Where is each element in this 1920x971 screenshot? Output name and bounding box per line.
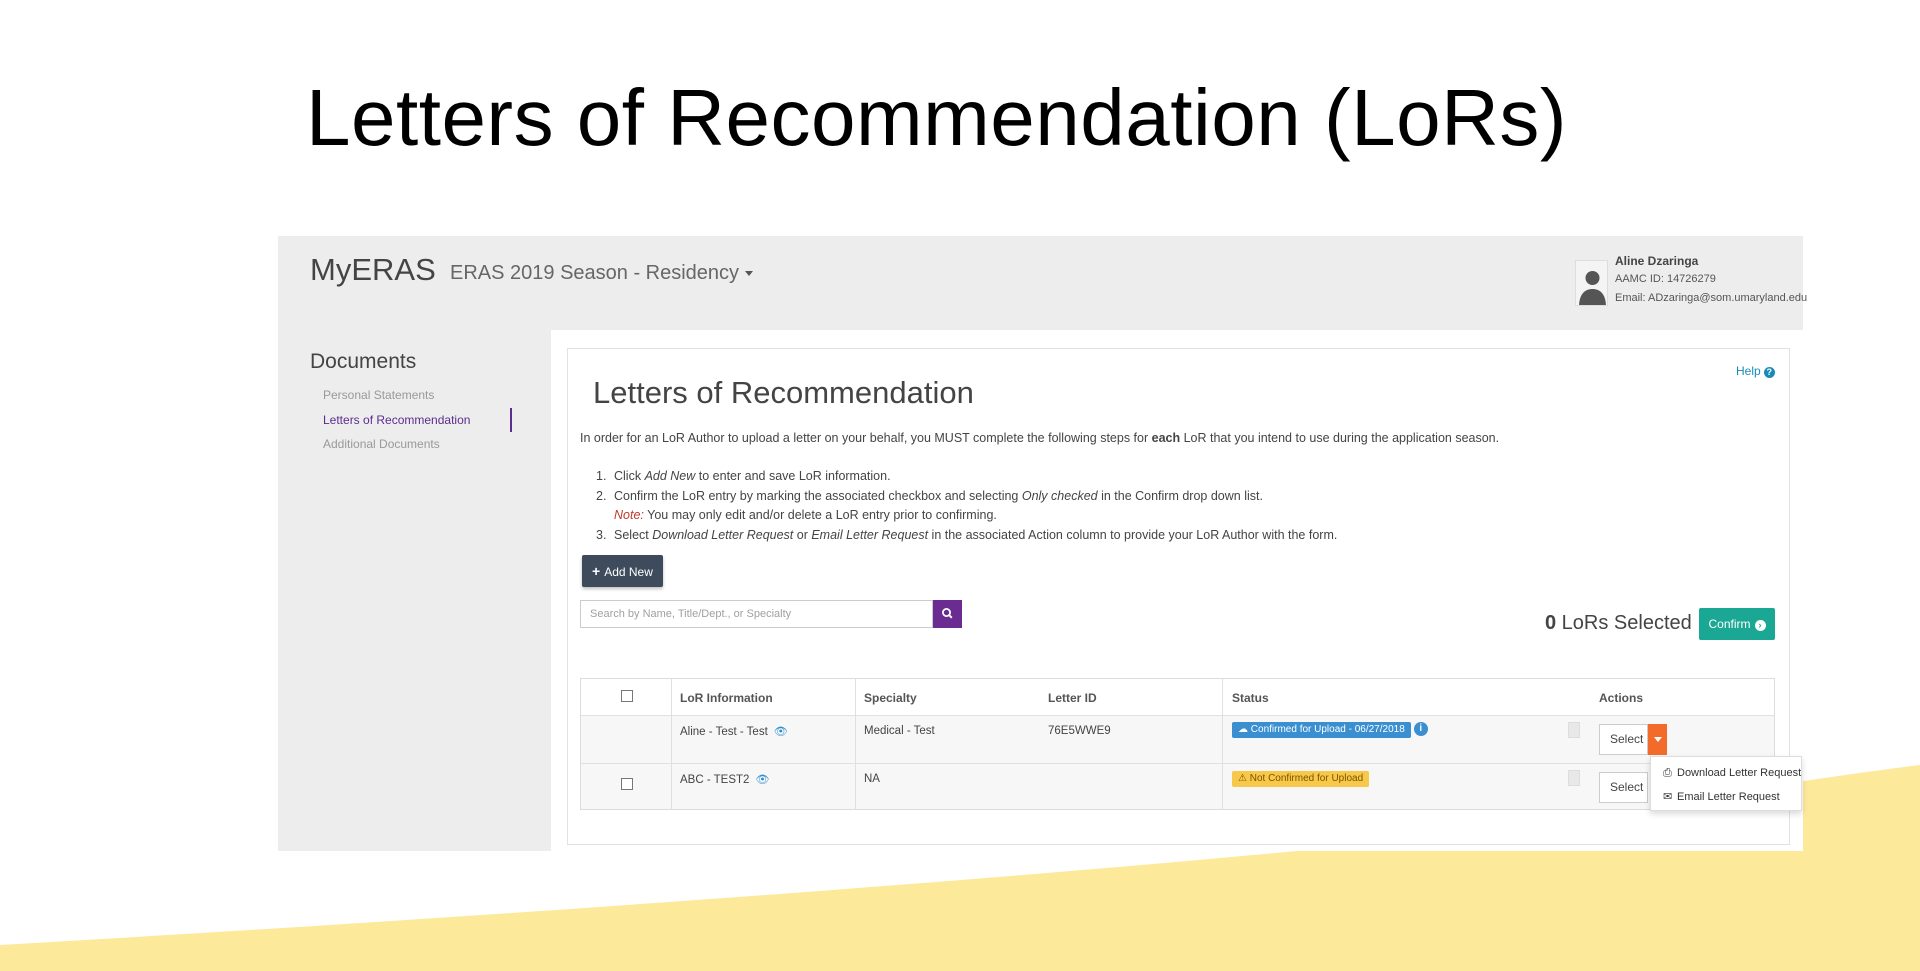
intro-prefix: In order for an LoR Author to upload a l…: [580, 431, 1152, 445]
envelope-icon: ✉: [1663, 791, 1673, 803]
step-emphasis: Only checked: [1021, 488, 1098, 503]
instructions-list: 1. Click Add New to enter and save LoR in…: [596, 467, 1337, 545]
avatar: [1575, 260, 1608, 306]
chevron-down-icon: [745, 271, 754, 277]
confirm-label: Confirm: [1708, 617, 1751, 631]
row-toggle[interactable]: [1568, 722, 1580, 738]
status-cell: ⚠ Not Confirmed for Upload: [1232, 771, 1370, 787]
search-input[interactable]: [580, 600, 933, 628]
search-button[interactable]: [933, 600, 962, 628]
col-lor-information[interactable]: LoR Information: [680, 691, 773, 705]
intro-suffix: LoR that you intend to use during the ap…: [1180, 431, 1500, 445]
add-new-button[interactable]: + Add New: [582, 555, 663, 587]
status-badge: ⚠ Not Confirmed for Upload: [1232, 771, 1370, 787]
selected-label: LoRs Selected: [1556, 612, 1692, 634]
arrow-right-icon: ›: [1754, 620, 1766, 631]
status-badge-text: Confirmed for Upload - 06/27/2018: [1250, 724, 1405, 736]
sidebar-item-additional-documents[interactable]: Additional Documents: [323, 437, 440, 451]
sidebar-heading: Documents: [310, 350, 417, 373]
add-new-label: Add New: [604, 565, 653, 579]
step-text: Click: [614, 469, 645, 483]
top-bar: MyERAS ERAS 2019 Season - Residency Alin…: [278, 236, 1807, 330]
lor-name: ABC - TEST2: [680, 774, 750, 786]
brand-logo[interactable]: MyERAS: [310, 252, 436, 288]
table-header-row: LoR Information Specialty Letter ID Stat…: [581, 679, 1774, 715]
specialty-cell: NA: [864, 773, 880, 785]
user-name: Aline Dzaringa: [1615, 254, 1699, 268]
step-text: or: [793, 527, 812, 542]
col-specialty[interactable]: Specialty: [864, 691, 917, 705]
intro-bold: each: [1151, 431, 1181, 445]
slide-title: Letters of Recommendation (LoRs): [306, 73, 1567, 162]
step-text: Select: [614, 527, 653, 542]
season-label: ERAS 2019 Season - Residency: [450, 262, 740, 284]
step-text: in the Confirm drop down list.: [1097, 488, 1263, 503]
note-label: Note:: [614, 508, 644, 522]
step-text: Confirm the LoR entry by marking the ass…: [614, 488, 1022, 503]
question-icon: ?: [1763, 367, 1775, 378]
row-checkbox[interactable]: [621, 778, 633, 790]
sidebar: Documents Personal Statements Letters of…: [278, 330, 551, 851]
print-icon: ⎙: [1663, 767, 1672, 779]
sidebar-item-letters-of-recommendation[interactable]: Letters of Recommendation: [323, 413, 470, 427]
select-all-checkbox[interactable]: [621, 690, 633, 702]
intro-text: In order for an LoR Author to upload a l…: [580, 431, 1499, 445]
status-badge-text: Not Confirmed for Upload: [1249, 773, 1364, 784]
eye-icon[interactable]: 👁: [755, 773, 769, 786]
step-number: 3.: [596, 527, 607, 542]
selected-number: 0: [1545, 612, 1557, 634]
step-emphasis: Download Letter Request: [652, 527, 794, 542]
user-email: Email: ADzaringa@som.umaryland.edu: [1615, 292, 1808, 304]
person-icon: [1579, 271, 1606, 305]
letter-id-cell: 76E5WWE9: [1048, 725, 1111, 737]
help-link[interactable]: Help?: [1736, 364, 1775, 378]
lors-selected-count: 0 LoRs Selected: [1545, 612, 1692, 635]
lor-info-cell: ABC - TEST2 👁: [680, 773, 769, 786]
step-1: 1. Click Add New to enter and save LoR in…: [596, 467, 1337, 487]
sidebar-item-personal-statements[interactable]: Personal Statements: [323, 388, 434, 402]
step-text: to enter and save LoR information.: [695, 469, 891, 483]
action-dropdown-toggle[interactable]: [1648, 724, 1667, 755]
lor-info-cell: Aline - Test - Test 👁: [680, 725, 788, 738]
note-text: You may only edit and/or delete a LoR en…: [643, 508, 997, 522]
plus-icon: +: [592, 563, 601, 579]
step-3: 3. Select Download Letter Request or Emai…: [596, 526, 1337, 546]
user-aamc-id: AAMC ID: 14726279: [1615, 273, 1716, 285]
lor-name: Aline - Test - Test: [680, 726, 768, 738]
season-selector[interactable]: ERAS 2019 Season - Residency: [450, 262, 754, 285]
step-number: 1.: [596, 469, 607, 483]
confirm-button[interactable]: Confirm ›: [1699, 608, 1775, 640]
actions-dropdown-menu: ⎙ Download Letter Request ✉ Email Letter R…: [1650, 756, 1802, 811]
status-badge: ☁ Confirmed for Upload - 06/27/2018: [1232, 722, 1411, 739]
step-2-note: Note: You may only edit and/or delete a …: [596, 506, 1337, 526]
lor-table: LoR Information Specialty Letter ID Stat…: [580, 678, 1775, 810]
search-icon: [941, 607, 953, 619]
download-letter-request-item[interactable]: ⎙ Download Letter Request: [1663, 767, 1801, 780]
row-toggle[interactable]: [1568, 770, 1580, 786]
col-status[interactable]: Status: [1232, 691, 1269, 705]
table-row: ABC - TEST2 👁 NA ⚠ Not Confirmed for Uplo…: [581, 763, 1774, 809]
step-emphasis: Email Letter Request: [811, 527, 929, 542]
active-indicator: [510, 408, 512, 432]
action-select-button[interactable]: Select: [1599, 724, 1648, 755]
specialty-cell: Medical - Test: [864, 725, 935, 737]
eye-icon[interactable]: 👁: [774, 725, 788, 738]
email-letter-request-item[interactable]: ✉ Email Letter Request: [1663, 790, 1780, 803]
step-number: 2.: [596, 488, 607, 503]
help-label: Help: [1736, 364, 1761, 378]
step-emphasis: Add New: [644, 469, 696, 483]
step-2: 2. Confirm the LoR entry by marking the a…: [596, 487, 1337, 507]
myeras-screenshot: MyERAS ERAS 2019 Season - Residency Alin…: [278, 236, 1807, 851]
info-icon[interactable]: i: [1413, 722, 1428, 736]
col-letter-id[interactable]: Letter ID: [1048, 691, 1097, 705]
step-text: in the associated Action column to provi…: [928, 527, 1338, 542]
col-actions: Actions: [1599, 691, 1644, 705]
action-select-button[interactable]: Select: [1599, 772, 1648, 803]
table-row: Aline - Test - Test 👁 Medical - Test 76E5…: [581, 715, 1774, 763]
page-title: Letters of Recommendation: [593, 375, 974, 410]
dropdown-label: Download Letter Request: [1677, 767, 1802, 779]
content-panel: Help? Letters of Recommendation In order…: [567, 348, 1790, 845]
dropdown-label: Email Letter Request: [1677, 791, 1780, 803]
status-cell: ☁ Confirmed for Upload - 06/27/2018 i: [1232, 722, 1428, 739]
